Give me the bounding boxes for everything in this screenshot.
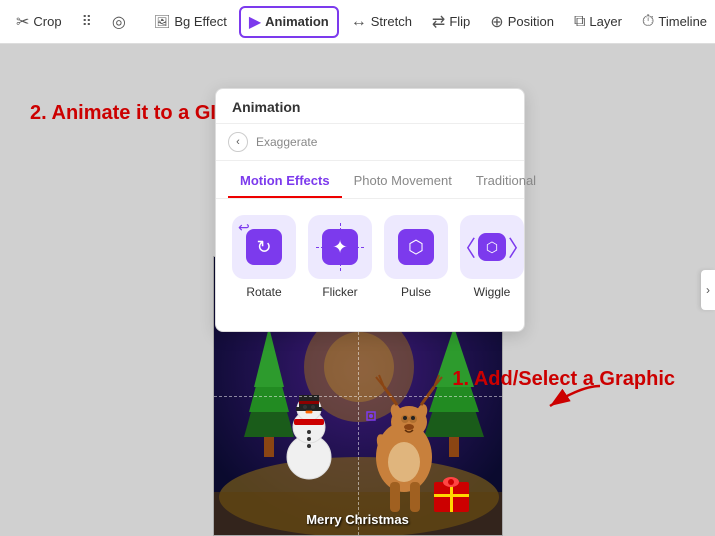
arrow-step1 (545, 381, 605, 411)
flicker-icon-box: ✦ (308, 215, 372, 279)
rotate-arrow-decoration: ↩ (238, 219, 250, 236)
panel-tabs: Motion Effects Photo Movement Traditiona… (216, 165, 524, 199)
pulse-icon: ⬡ (408, 237, 424, 258)
toolbar-bg-effect[interactable]: 🖼 Bg Effect (146, 10, 235, 34)
toolbar-position-label: Position (508, 14, 554, 29)
wiggle-icon-box: 〈 ⬡ 〉 (460, 215, 524, 279)
rotate-icon-inner: ↻ (246, 229, 282, 265)
pulse-icon-box: ⬡ (384, 215, 448, 279)
toolbar-layer-label: Layer (589, 14, 622, 29)
tab-motion-effects[interactable]: Motion Effects (228, 165, 342, 198)
animation-panel: Animation ‹ Exaggerate Motion Effects Ph… (215, 88, 525, 332)
effect-flicker[interactable]: ✦ Flicker (308, 215, 372, 299)
panel-breadcrumb[interactable]: Exaggerate (256, 135, 317, 149)
toolbar-stretch[interactable]: ↔ Stretch (343, 9, 420, 35)
sidebar-collapse-arrow[interactable]: › (701, 270, 715, 310)
panel-title: Animation (216, 89, 524, 124)
opacity-icon: ◎ (112, 12, 126, 32)
tab-photo-movement[interactable]: Photo Movement (342, 165, 464, 198)
toolbar-stretch-label: Stretch (371, 14, 412, 29)
toolbar-flip-label: Flip (449, 14, 470, 29)
wiggle-label: Wiggle (474, 285, 511, 299)
panel-nav-back-button[interactable]: ‹ (228, 132, 248, 152)
panel-nav: ‹ Exaggerate (216, 124, 524, 161)
toolbar-dither[interactable]: ⠿ (74, 9, 100, 34)
toolbar-animation-label: Animation (265, 14, 329, 29)
toolbar-crop[interactable]: ✂ Crop (8, 8, 70, 36)
stretch-icon: ↔ (351, 13, 367, 31)
toolbar-flip[interactable]: ⇄ Flip (424, 8, 478, 36)
toolbar-opacity[interactable]: ◎ (104, 8, 134, 36)
toolbar-timeline-label: Timeline (658, 14, 707, 29)
effect-wiggle[interactable]: 〈 ⬡ 〉 Wiggle (460, 215, 524, 299)
pulse-icon-inner: ⬡ (398, 229, 434, 265)
wiggle-icon-inner: ⬡ (478, 233, 506, 261)
wiggle-right-line: 〉 (508, 231, 530, 263)
effects-grid: ↩ ↻ Rotate ✦ Flicker (216, 199, 524, 315)
rotate-icon-box: ↩ ↻ (232, 215, 296, 279)
toolbar-animation[interactable]: ▶ Animation (239, 6, 339, 38)
flicker-icon: ✦ (332, 237, 347, 258)
wiggle-icon: ⬡ (486, 239, 498, 256)
toolbar-timeline[interactable]: ⏱ Timeline (634, 9, 715, 35)
main-canvas-area: 2. Animate it to a GIF 1. Add/Select a G… (0, 44, 715, 536)
effect-pulse[interactable]: ⬡ Pulse (384, 215, 448, 299)
toolbar-bg-effect-label: Bg Effect (174, 14, 227, 29)
wiggle-sides-decoration: 〈 ⬡ 〉 (454, 231, 530, 263)
wiggle-left-line: 〈 (454, 231, 476, 263)
canvas-caption: Merry Christmas (306, 512, 409, 527)
flicker-icon-inner: ✦ (322, 229, 358, 265)
bg-effect-icon: 🖼 (154, 14, 171, 30)
toolbar-crop-label: Crop (33, 14, 61, 29)
flip-icon: ⇄ (432, 12, 445, 32)
annotation-step2: 2. Animate it to a GIF (30, 102, 228, 125)
rotate-icon: ↻ (256, 237, 271, 258)
toolbar: ✂ Crop ⠿ ◎ 🖼 Bg Effect ▶ Animation ↔ Str… (0, 0, 715, 44)
toolbar-position[interactable]: ⊕ Position (482, 8, 562, 36)
effect-rotate[interactable]: ↩ ↻ Rotate (232, 215, 296, 299)
position-icon: ⊕ (490, 12, 503, 32)
tab-traditional[interactable]: Traditional (464, 165, 548, 198)
flicker-label: Flicker (322, 285, 357, 299)
dither-icon: ⠿ (82, 13, 92, 30)
pulse-label: Pulse (401, 285, 431, 299)
toolbar-layer[interactable]: ⧉ Layer (566, 9, 630, 35)
layer-icon: ⧉ (574, 13, 585, 31)
rotate-label: Rotate (246, 285, 281, 299)
animation-icon: ▶ (249, 12, 261, 32)
chevron-right-icon: › (706, 283, 710, 297)
crop-icon: ✂ (16, 12, 29, 32)
timeline-icon: ⏱ (642, 13, 654, 31)
